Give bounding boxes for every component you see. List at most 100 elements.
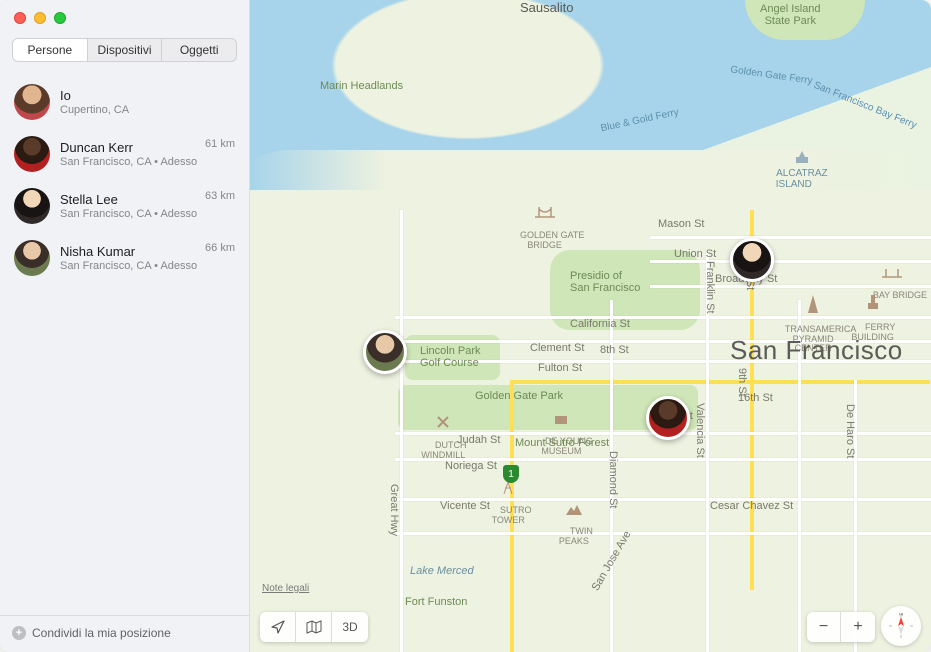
poi-sutro-forest: Mount Sutro Forest <box>515 437 609 449</box>
avatar <box>730 238 774 282</box>
list-item[interactable]: Io Cupertino, CA <box>8 76 241 128</box>
svg-text:N: N <box>899 613 903 618</box>
tab-items[interactable]: Oggetti <box>162 39 236 61</box>
poi-fort-funston: Fort Funston <box>405 596 467 608</box>
peak-icon <box>566 505 582 515</box>
minimize-window-button[interactable] <box>34 12 46 24</box>
street-label: De Haro St <box>844 404 856 458</box>
street-label: Cesar Chavez St <box>710 500 793 512</box>
landmark-icon <box>794 151 810 165</box>
share-location-button[interactable]: + Condividi la mia posizione <box>12 626 171 640</box>
legal-link[interactable]: Note legali <box>262 583 309 594</box>
list-item[interactable]: Nisha Kumar San Francisco, CA • Adesso 6… <box>8 232 241 284</box>
street-label: Noriega St <box>445 460 497 472</box>
person-distance: 63 km <box>205 188 235 202</box>
poi-golden-gate-bridge: GOLDEN GATE BRIDGE <box>505 185 584 260</box>
street-label: Diamond St <box>607 451 619 508</box>
map-toolbar: 3D <box>260 612 368 642</box>
person-sub: San Francisco, CA • Adesso <box>60 156 199 168</box>
person-name: Nisha Kumar <box>60 244 199 261</box>
avatar <box>14 240 50 276</box>
sidebar-footer: + Condividi la mia posizione <box>0 615 249 652</box>
list-item[interactable]: Duncan Kerr San Francisco, CA • Adesso 6… <box>8 128 241 180</box>
window-controls <box>0 0 249 32</box>
street-label: Franklin St <box>704 261 716 314</box>
zoom-in-button[interactable]: + <box>841 612 875 642</box>
avatar <box>14 136 50 172</box>
map-3d-button[interactable]: 3D <box>332 612 368 642</box>
street-label: 9th St <box>736 368 748 397</box>
street-label: Mason St <box>658 218 704 230</box>
person-distance: 66 km <box>205 240 235 254</box>
people-list: Io Cupertino, CA Duncan Kerr San Francis… <box>0 72 249 615</box>
windmill-icon <box>436 415 450 429</box>
map-pin-person[interactable] <box>646 396 690 440</box>
street-label: Valencia St <box>694 403 706 458</box>
avatar <box>363 330 407 374</box>
street <box>395 532 931 535</box>
sidebar: Persone Dispositivi Oggetti Io Cupertino… <box>0 0 250 652</box>
poi-merced: Lake Merced <box>410 565 474 577</box>
compass-icon: N <box>888 613 914 639</box>
person-sub: San Francisco, CA • Adesso <box>60 208 199 220</box>
plus-icon: + <box>12 626 26 640</box>
bridge-icon <box>535 205 555 219</box>
street-label: 8th St <box>600 344 629 356</box>
map-icon <box>306 620 322 634</box>
fullscreen-window-button[interactable] <box>54 12 66 24</box>
person-name: Duncan Kerr <box>60 140 199 157</box>
zoom-out-button[interactable]: − <box>807 612 841 642</box>
person-sub: Cupertino, CA <box>60 104 229 116</box>
list-item-body: Io Cupertino, CA <box>60 88 229 117</box>
poi-angel: Angel Island State Park <box>760 3 821 27</box>
route-shield-1: 1 <box>503 465 519 483</box>
compass-button[interactable]: N <box>881 606 921 646</box>
poi-de-young: DE YOUNG MUSEUM <box>530 393 593 466</box>
map-view[interactable]: Sausalito Marin Headlands Angel Island S… <box>250 0 931 652</box>
street-label: Union St <box>674 248 716 260</box>
zoom-control: − + <box>807 612 875 642</box>
map-layers-button[interactable] <box>296 612 332 642</box>
list-item-body: Stella Lee San Francisco, CA • Adesso <box>60 192 199 221</box>
route-horizontal <box>510 380 930 384</box>
list-item[interactable]: Stella Lee San Francisco, CA • Adesso 63… <box>8 180 241 232</box>
person-name: Io <box>60 88 229 105</box>
poi-sausalito: Sausalito <box>520 0 573 15</box>
app-window: Persone Dispositivi Oggetti Io Cupertino… <box>0 0 931 652</box>
locate-icon <box>271 620 285 634</box>
tab-people[interactable]: Persone <box>13 39 88 61</box>
tab-segmented-control: Persone Dispositivi Oggetti <box>12 38 237 62</box>
landmark-icon <box>554 413 568 425</box>
map-pin-person[interactable] <box>363 330 407 374</box>
poi-twin-peaks: TWIN PEAKS <box>555 485 593 556</box>
street-label: California St <box>570 318 630 330</box>
locate-button[interactable] <box>260 612 296 642</box>
map-pin-person[interactable] <box>730 238 774 282</box>
street-label: Vicente St <box>440 500 490 512</box>
share-label: Condividi la mia posizione <box>32 626 171 640</box>
avatar <box>646 396 690 440</box>
street-label: Judah St <box>457 434 500 446</box>
landmark-icon <box>866 295 880 311</box>
poi-presidio: Presidio of San Francisco <box>570 270 640 294</box>
list-item-body: Duncan Kerr San Francisco, CA • Adesso <box>60 140 199 169</box>
person-distance: 61 km <box>205 136 235 150</box>
city-label: San Francisco <box>730 335 903 366</box>
avatar <box>14 84 50 120</box>
poi-alcatraz: ALCATRAZ ISLAND <box>760 140 828 201</box>
poi-ggpark: Golden Gate Park <box>475 390 563 402</box>
tab-devices[interactable]: Dispositivi <box>88 39 163 61</box>
person-name: Stella Lee <box>60 192 199 209</box>
landmark-icon <box>807 295 819 313</box>
street <box>650 236 931 239</box>
street-label: Clement St <box>530 342 584 354</box>
street-label: Great Hwy <box>388 484 400 536</box>
person-sub: San Francisco, CA • Adesso <box>60 260 199 272</box>
poi-lincoln: Lincoln Park Golf Course <box>420 345 481 369</box>
poi-marin: Marin Headlands <box>320 80 403 92</box>
avatar <box>14 188 50 224</box>
street <box>400 210 403 652</box>
list-item-body: Nisha Kumar San Francisco, CA • Adesso <box>60 244 199 273</box>
close-window-button[interactable] <box>14 12 26 24</box>
street-label: Fulton St <box>538 362 582 374</box>
